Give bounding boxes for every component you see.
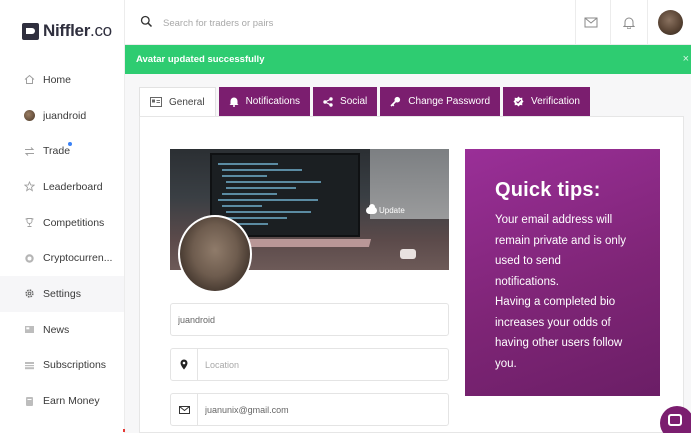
tab-verification[interactable]: Verification — [503, 87, 590, 116]
update-label: Update — [379, 205, 405, 215]
username-field[interactable] — [170, 303, 449, 336]
coin-icon — [24, 253, 35, 264]
location-input[interactable] — [198, 349, 448, 380]
sidebar-item-label: Competitions — [43, 216, 105, 229]
share-icon — [323, 96, 333, 107]
email-input[interactable] — [198, 394, 448, 425]
sidebar-item-label: Trade — [43, 145, 71, 158]
tab-change-password[interactable]: Change Password — [380, 87, 501, 116]
user-avatar[interactable] — [658, 10, 683, 35]
sidebar-item-news[interactable]: News — [0, 312, 124, 348]
quick-tips-panel: Quick tips: Your email address will rema… — [465, 149, 660, 396]
user-avatar — [24, 110, 35, 122]
tab-label: Social — [340, 96, 368, 107]
chat-button[interactable] — [660, 406, 691, 433]
close-icon[interactable]: × — [683, 53, 689, 65]
success-banner: Avatar updated successfully × — [125, 45, 691, 74]
sidebar-item-label: Subscriptions — [43, 359, 107, 372]
cover-photo-mug — [400, 249, 416, 259]
messages-button[interactable] — [581, 12, 601, 32]
sidebar-item-label: Home — [43, 73, 72, 86]
search-icon — [140, 15, 153, 28]
map-pin-icon — [171, 349, 198, 380]
settings-tabs: General Notifications Social Change Pass… — [139, 87, 593, 116]
settings-main: General Notifications Social Change Pass… — [125, 74, 691, 433]
sidebar-item-label: juandroid — [43, 109, 87, 122]
key-icon — [390, 96, 401, 107]
quick-tips-title: Quick tips: — [495, 179, 601, 201]
niffler-logo-icon — [22, 22, 39, 40]
newspaper-icon — [24, 324, 35, 335]
general-settings-card: Update Quick tips: Your email address wi… — [139, 116, 684, 433]
tab-label: Verification — [531, 96, 580, 107]
sidebar: Niffler.co Home juandroid Trade Leaderbo… — [0, 0, 126, 433]
brand-name: Niffler.co — [43, 21, 112, 40]
banner-message: Avatar updated successfully — [136, 54, 265, 65]
star-icon — [24, 181, 35, 192]
topbar-divider — [647, 0, 648, 45]
brand-logo[interactable]: Niffler.co — [22, 21, 112, 41]
chat-icon — [668, 414, 682, 426]
bell-icon — [229, 96, 239, 107]
notifications-button[interactable] — [619, 12, 639, 32]
sidebar-item-label: News — [43, 323, 70, 336]
upload-cloud-icon — [366, 203, 377, 214]
trophy-icon — [24, 217, 35, 228]
tab-label: General — [169, 96, 205, 108]
id-card-icon — [150, 97, 162, 107]
search-input[interactable] — [163, 13, 543, 33]
topbar-divider — [610, 0, 611, 45]
sidebar-item-cryptocurrencies[interactable]: Cryptocurren... — [0, 240, 124, 276]
sidebar-item-leaderboard[interactable]: Leaderboard — [0, 169, 124, 205]
sidebar-item-label: Leaderboard — [43, 180, 103, 193]
badge-icon — [513, 96, 524, 107]
swap-arrows-icon — [24, 146, 35, 157]
home-icon — [24, 74, 35, 85]
location-field[interactable] — [170, 348, 449, 381]
tab-notifications[interactable]: Notifications — [218, 87, 311, 116]
tab-label: Change Password — [408, 96, 491, 107]
sidebar-item-trade[interactable]: Trade — [0, 133, 124, 169]
sidebar-item-earn-money[interactable]: Earn Money — [0, 383, 124, 419]
envelope-icon — [584, 17, 598, 27]
update-cover-button[interactable]: Update — [366, 202, 426, 218]
tab-social[interactable]: Social — [313, 87, 378, 116]
quick-tips-text: Your email address will remain private a… — [495, 214, 627, 370]
list-icon — [24, 360, 35, 371]
sidebar-item-label: Settings — [43, 287, 81, 300]
tab-label: Notifications — [245, 96, 301, 107]
sidebar-item-settings[interactable]: Settings — [0, 276, 124, 312]
sidebar-item-label: Earn Money — [43, 395, 100, 408]
sidebar-item-competitions[interactable]: Competitions — [0, 205, 124, 241]
notification-dot — [68, 142, 72, 147]
username-input[interactable] — [171, 304, 448, 335]
tab-general[interactable]: General — [139, 87, 216, 116]
topbar-divider — [575, 0, 576, 45]
profile-avatar[interactable] — [178, 215, 252, 293]
email-field[interactable] — [170, 393, 449, 426]
sidebar-item-label: Cryptocurren... — [43, 252, 113, 265]
sidebar-item-profile[interactable]: juandroid — [0, 98, 124, 134]
sidebar-item-home[interactable]: Home — [0, 62, 124, 98]
envelope-icon — [171, 394, 198, 425]
gear-icon — [24, 288, 35, 299]
bell-icon — [623, 17, 635, 29]
top-bar — [125, 0, 691, 45]
sidebar-item-subscriptions[interactable]: Subscriptions — [0, 348, 124, 384]
wallet-icon — [24, 396, 35, 407]
sidebar-nav: Home juandroid Trade Leaderboard Competi… — [0, 62, 124, 419]
